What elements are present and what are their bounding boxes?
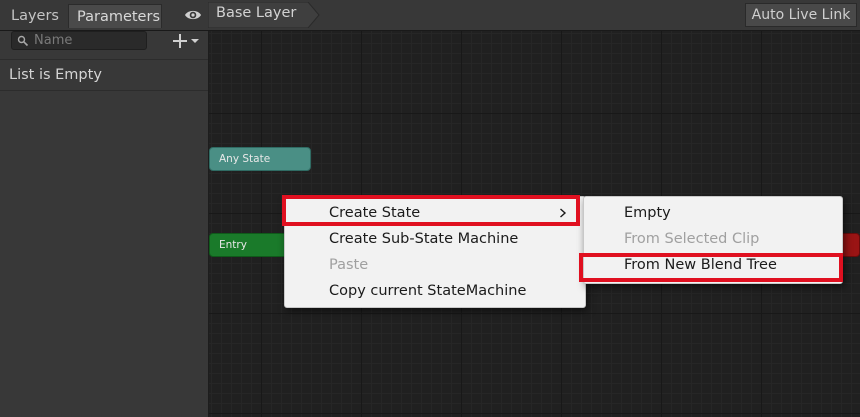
dropdown-arrow-icon [191,39,199,43]
submenu-item-empty[interactable]: Empty [584,200,840,226]
search-input[interactable] [34,33,142,48]
auto-live-link-button[interactable]: Auto Live Link [745,3,857,27]
breadcrumb[interactable]: Base Layer [208,2,320,28]
any-state-node[interactable]: Any State [209,147,311,171]
submenu-item-from-selected-clip: From Selected Clip [624,231,760,247]
menu-item-create-sub-state-machine[interactable]: Create Sub-State Machine [285,226,583,252]
animator-toolbar: Layers Parameters Base Layer Auto Live L… [0,0,860,31]
highlight-box-from-new-blend-tree [579,253,843,282]
menu-item-copy-current-statemachine[interactable]: Copy current StateMachine [285,278,583,304]
parameters-panel: List is Empty [0,31,209,417]
menu-item-paste: Paste [329,257,369,273]
plus-icon [173,34,199,48]
add-parameter-button[interactable] [170,32,206,50]
search-field[interactable] [11,31,147,50]
tab-layers[interactable]: Layers [3,4,67,28]
search-icon [17,35,29,47]
empty-list-label: List is Empty [0,59,208,91]
highlight-box-create-state [282,195,580,226]
eye-icon[interactable] [184,8,202,22]
breadcrumb-base-layer: Base Layer [216,5,297,21]
tab-parameters[interactable]: Parameters [68,4,162,28]
